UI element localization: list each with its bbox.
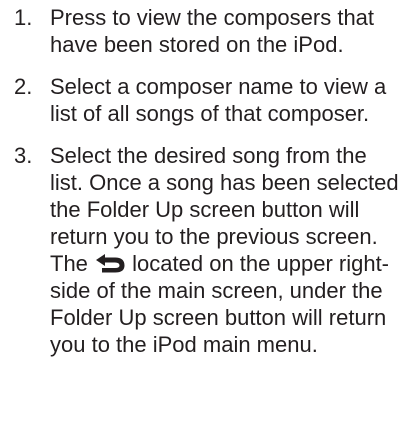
u-turn-back-arrow-icon	[95, 253, 125, 273]
step-text: Select a composer name to view a list of…	[50, 74, 387, 126]
step-3: 3. Select the desired song from the list…	[0, 142, 402, 358]
instruction-steps: 1. Press to view the composers that have…	[0, 0, 402, 373]
step-number: 1.	[14, 5, 33, 30]
step-2: 2. Select a composer name to view a list…	[0, 73, 402, 127]
step-number: 3.	[14, 143, 33, 168]
step-1: 1. Press to view the composers that have…	[0, 0, 402, 58]
step-number: 2.	[14, 74, 33, 99]
step-text: Press to view the composers that have be…	[50, 5, 375, 57]
